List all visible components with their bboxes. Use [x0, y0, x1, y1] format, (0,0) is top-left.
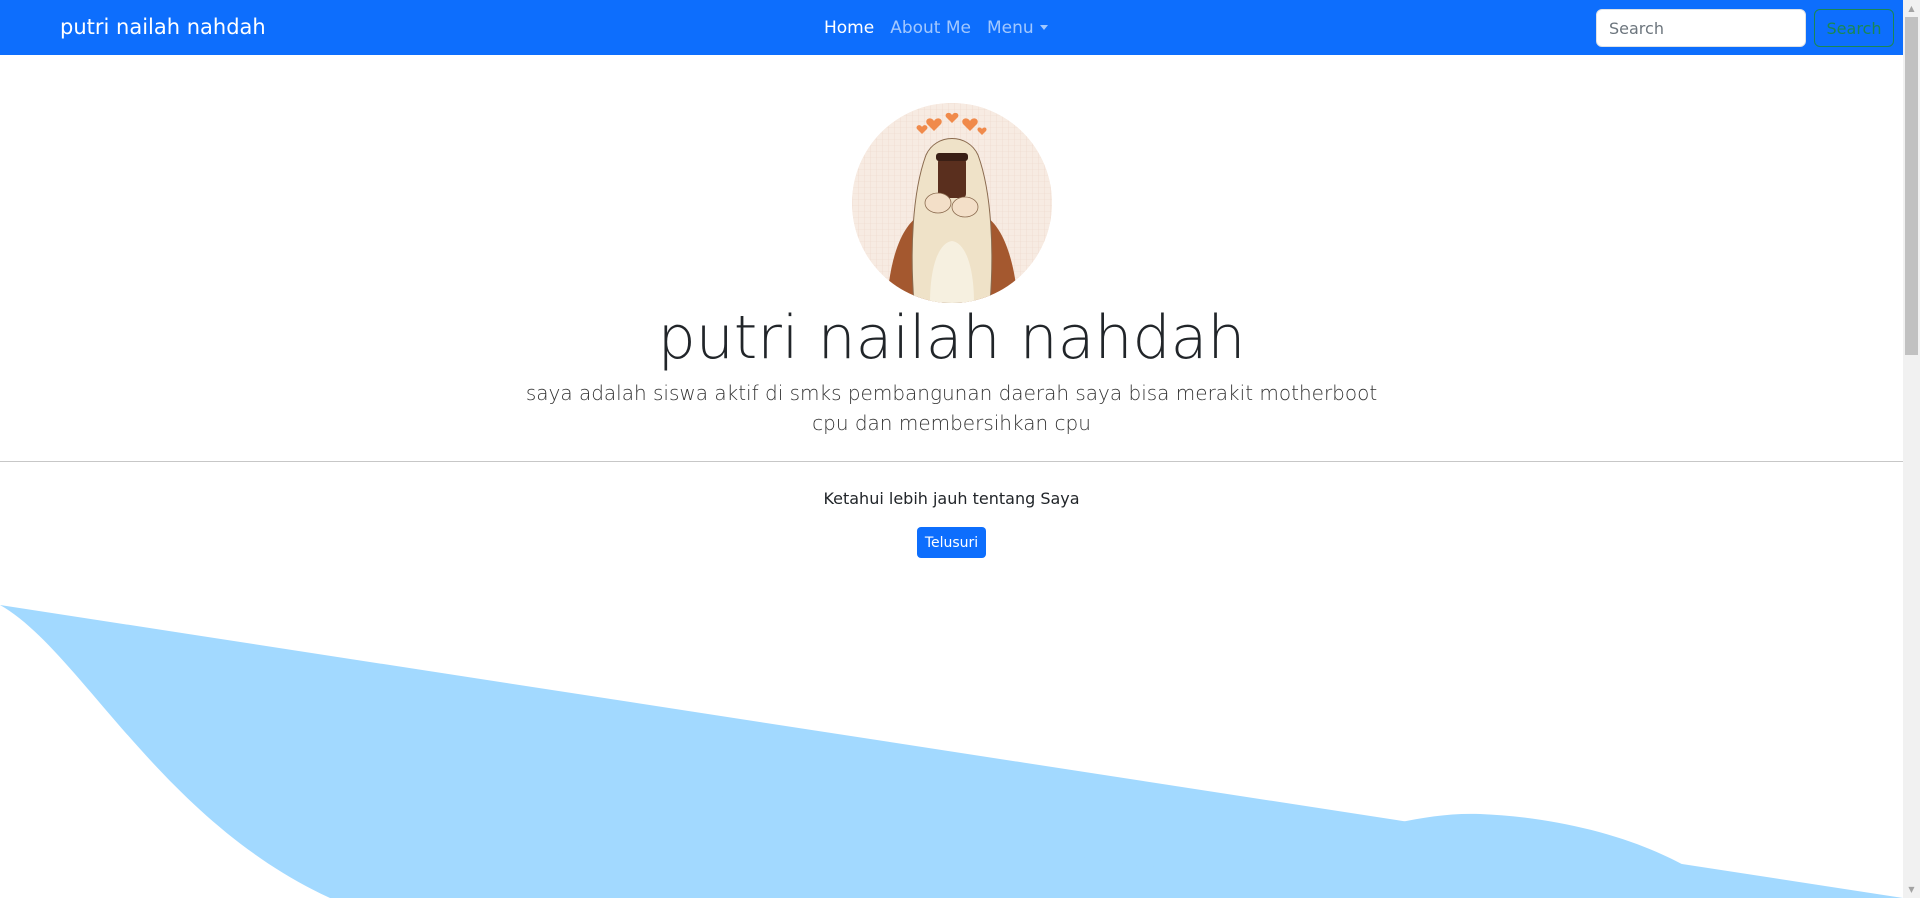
vertical-scrollbar[interactable]: ▲ ▼ — [1903, 0, 1920, 898]
caret-down-icon — [1039, 25, 1048, 30]
nav-link-menu-label: Menu — [987, 17, 1034, 38]
page: putri nailah nahdah Home About Me Menu S… — [0, 0, 1903, 898]
nav-links: Home About Me Menu — [816, 0, 1056, 55]
scroll-down-icon[interactable]: ▼ — [1903, 881, 1920, 898]
search-input[interactable] — [1596, 9, 1806, 47]
wave-decoration — [0, 605, 1903, 898]
nav-link-about-label: About Me — [890, 17, 971, 38]
section-divider — [0, 461, 1903, 462]
telusuri-button[interactable]: Telusuri — [917, 527, 986, 558]
hero-lead: saya adalah siswa aktif di smks pembangu… — [525, 381, 1378, 435]
navbar: putri nailah nahdah Home About Me Menu S… — [0, 0, 1903, 55]
nav-link-home[interactable]: Home — [816, 18, 882, 38]
nav-dropdown-menu[interactable]: Menu — [979, 18, 1056, 38]
hijab-girl-illustration-icon — [852, 103, 1052, 303]
hero-title: putri nailah nahdah — [657, 303, 1246, 373]
nav-link-about-me[interactable]: About Me — [882, 18, 979, 38]
section-text: Ketahui lebih jauh tentang Saya — [823, 489, 1080, 508]
nav-link-home-label: Home — [824, 17, 875, 38]
navbar-brand[interactable]: putri nailah nahdah — [60, 13, 266, 41]
search-button[interactable]: Search — [1814, 9, 1894, 47]
scroll-thumb[interactable] — [1905, 17, 1918, 355]
profile-avatar — [852, 103, 1052, 303]
scroll-up-icon[interactable]: ▲ — [1903, 0, 1920, 17]
